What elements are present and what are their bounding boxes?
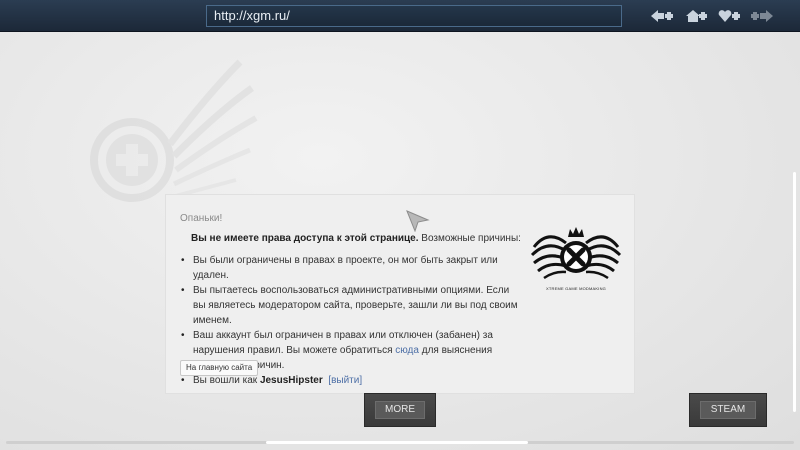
- xgm-logo-icon: [530, 227, 622, 280]
- more-button[interactable]: MORE: [364, 393, 436, 427]
- url-input[interactable]: http://xgm.ru/: [206, 5, 622, 27]
- more-button-label: MORE: [375, 401, 425, 419]
- home-icon[interactable]: [684, 8, 708, 24]
- steam-button-label: STEAM: [700, 401, 756, 419]
- reason-text: Вы пытаетесь воспользоваться администрат…: [193, 285, 518, 326]
- username: JesusHipster: [259, 375, 323, 386]
- back-icon[interactable]: [650, 8, 674, 24]
- browser-toolbar: http://xgm.ru/: [0, 0, 800, 32]
- favorites-icon[interactable]: [717, 8, 741, 24]
- headline-bold: Вы не имеете права доступа к этой страни…: [191, 233, 419, 244]
- mouse-cursor-icon: [406, 210, 430, 232]
- oops-label: Опаньки!: [180, 213, 223, 224]
- logout-link[interactable]: [выйти]: [328, 375, 362, 386]
- steam-button[interactable]: STEAM: [689, 393, 767, 427]
- list-item: Вы были ограничены в правах в проекте, о…: [180, 253, 520, 283]
- forward-icon[interactable]: [750, 8, 774, 24]
- reason-text: Вы вошли как: [193, 375, 260, 386]
- home-page-button[interactable]: На главную сайта: [180, 360, 259, 376]
- access-denied-dialog: Опаньки! Вы не имеете права доступа к эт…: [165, 194, 635, 394]
- logo-caption: XTREME GAME MODMAKING: [546, 286, 606, 291]
- horizontal-scrollbar[interactable]: [266, 441, 528, 444]
- list-item: Вы пытаетесь воспользоваться администрат…: [180, 283, 520, 328]
- reason-text: Вы были ограничены в правах в проекте, о…: [193, 255, 498, 281]
- contact-link[interactable]: сюда: [395, 345, 419, 356]
- page-content: Опаньки! Вы не имеете права доступа к эт…: [0, 32, 800, 450]
- vertical-scrollbar[interactable]: [793, 172, 796, 412]
- dialog-headline: Вы не имеете права доступа к этой страни…: [191, 233, 521, 244]
- headline-rest: Возможные причины:: [418, 233, 521, 244]
